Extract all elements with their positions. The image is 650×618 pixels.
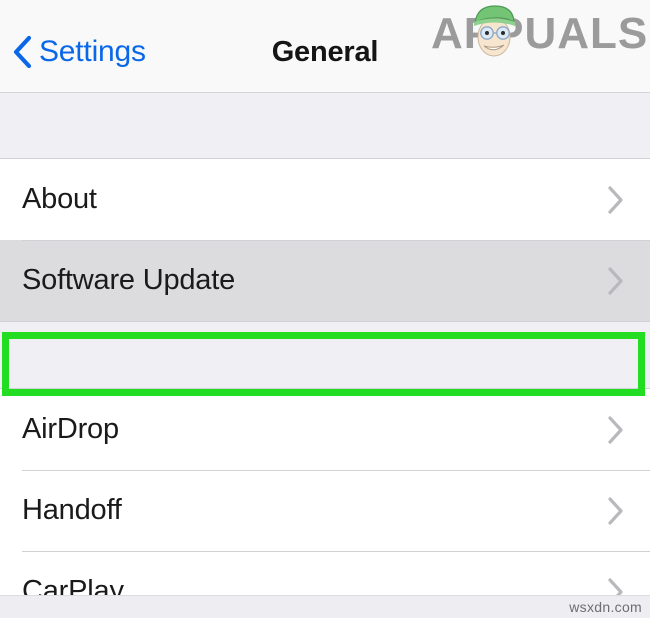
footer-strip: wsxdn.com	[0, 595, 650, 618]
chevron-right-icon	[608, 185, 623, 214]
settings-list[interactable]: About Software Update AirDrop Handoff Ca…	[0, 93, 650, 618]
settings-row-airdrop[interactable]: AirDrop	[0, 389, 650, 470]
settings-row-label: Software Update	[22, 264, 236, 296]
device-info-group: About Software Update	[0, 158, 650, 322]
settings-row-label: About	[22, 183, 97, 215]
settings-row-handoff[interactable]: Handoff	[0, 470, 650, 551]
navigation-bar: Settings General APPUALS	[0, 0, 650, 93]
settings-row-label: AirDrop	[22, 413, 119, 445]
page-title: General	[271, 36, 379, 68]
list-spacer-middle	[0, 322, 650, 388]
chevron-right-icon	[608, 266, 623, 295]
settings-row-software-update[interactable]: Software Update	[0, 240, 650, 321]
iphone-settings-screen: Settings General APPUALS About Software …	[0, 0, 650, 618]
chevron-right-icon	[608, 415, 623, 444]
chevron-right-icon	[608, 496, 623, 525]
site-watermark: wsxdn.com	[569, 599, 642, 615]
connectivity-group: AirDrop Handoff CarPlay	[0, 388, 650, 618]
settings-row-about[interactable]: About	[0, 159, 650, 240]
settings-row-label: Handoff	[22, 494, 122, 526]
list-spacer-top	[0, 93, 650, 158]
